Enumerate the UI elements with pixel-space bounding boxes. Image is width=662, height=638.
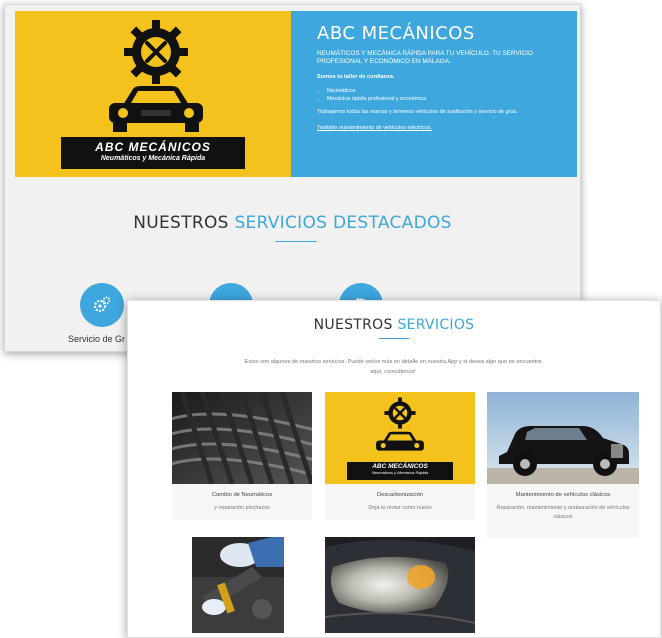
- card-description: Reparación, mantenimiento y restauración…: [496, 505, 630, 520]
- logo-name: ABC MECÁNICOS: [372, 463, 428, 470]
- service-card-decarbonization[interactable]: ABC MECÁNICOS Neumáticos y Mecánica Rápi…: [325, 392, 475, 520]
- logo-name: ABC MECÁNICOS: [95, 140, 211, 154]
- logo-tagline: Neumáticos y Mecánica Rápida: [371, 470, 429, 475]
- service-card-classic-cars[interactable]: Mantenimiento de vehículos clásicos Repa…: [487, 392, 639, 538]
- gear-wrench-icon: [384, 397, 416, 429]
- logo-name-band: ABC MECÁNICOS Neumáticos y Mecánica Rápi…: [61, 137, 245, 169]
- hero-link[interactable]: También mantenimiento de vehículos eléct…: [317, 125, 559, 131]
- hero-bullet-list: Neumáticos Mecánica rápida profesional y…: [317, 87, 559, 103]
- services-title-dark: NUESTROS: [313, 317, 393, 333]
- card-description: y reparación pinchazos: [214, 505, 270, 511]
- hero-bullet: Neumáticos: [327, 87, 559, 95]
- service-card-headlights[interactable]: [325, 537, 475, 633]
- hero-info-panel: ABC MECÁNICOS NEUMÁTICOS Y MECÁNICA RÁPI…: [291, 11, 577, 177]
- card-title: Descarbonización: [376, 492, 424, 498]
- hero-subtitle: NEUMÁTICOS Y MECÁNICA RÁPIDA PARA TU VEH…: [317, 50, 533, 65]
- services-intro: Estos son algunos de nuestros servicios.…: [244, 359, 542, 375]
- car-front-icon: [376, 431, 424, 451]
- featured-title-dark: NUESTROS: [133, 213, 229, 233]
- hero-title: ABC MECÁNICOS: [317, 23, 475, 44]
- front-page-screenshot: NUESTROS SERVICIOS Estos son algunos de …: [127, 300, 661, 638]
- gears-icon: [93, 296, 111, 313]
- car-front-icon: [109, 86, 203, 132]
- brand-logo: ABC MECÁNICOS Neumáticos y Mecánica Rápi…: [15, 11, 291, 177]
- hero-banner: ABC MECÁNICOS Neumáticos y Mecánica Rápi…: [15, 11, 577, 177]
- featured-services-title: NUESTROS SERVICIOS DESTACADOS: [5, 213, 580, 233]
- logo-name-band: ABC MECÁNICOS Neumáticos y Mecánica Rápi…: [347, 462, 453, 480]
- title-underline: [275, 241, 317, 242]
- hero-bold-line: Somos tu taller de confianza.: [317, 74, 395, 80]
- service-circle-gears[interactable]: [80, 283, 124, 327]
- service-card-tires[interactable]: Cambio de Neumáticos y reparación pincha…: [172, 392, 312, 520]
- services-title: NUESTROS SERVICIOS: [128, 317, 660, 333]
- services-title-underline: [379, 338, 409, 339]
- logo-tagline: Neumáticos y Mecánica Rápida: [100, 155, 206, 162]
- classic-car-image: [487, 392, 639, 484]
- card-title: Mantenimiento de vehículos clásicos: [515, 492, 611, 498]
- featured-title-blue: SERVICIOS DESTACADOS: [234, 213, 452, 233]
- hero-bullet: Mecánica rápida profesional y económica: [327, 95, 559, 103]
- card-description: Deja tu motor como nuevo: [368, 505, 432, 511]
- services-title-blue: SERVICIOS: [397, 317, 475, 333]
- hero-paragraph: Trabajamos todas las marcas y tenemos ve…: [317, 109, 518, 115]
- service-card-mechanic[interactable]: [192, 537, 284, 633]
- card-title: Cambio de Neumáticos: [211, 492, 273, 498]
- headlight-image: [325, 537, 475, 633]
- mechanic-image: [192, 537, 284, 633]
- tires-image: [172, 392, 312, 484]
- service-label-cut: Servicio de Gr: [68, 334, 126, 344]
- gear-wrench-icon: [124, 20, 188, 84]
- brand-logo-image: ABC MECÁNICOS Neumáticos y Mecánica Rápi…: [325, 392, 475, 484]
